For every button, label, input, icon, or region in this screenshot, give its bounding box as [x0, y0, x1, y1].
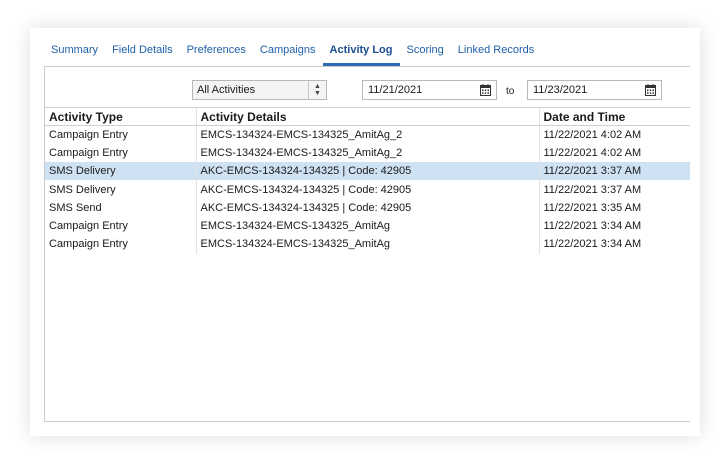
table-row[interactable]: Campaign Entry EMCS-134324-EMCS-134325_A…: [45, 216, 690, 236]
column-header-activity-details[interactable]: Activity Details: [195, 107, 539, 126]
cell-date-time: 11/22/2021 3:34 AM: [538, 216, 690, 236]
cell-date-time: 11/22/2021 4:02 AM: [538, 143, 690, 163]
record-card: Summary Field Details Preferences Campai…: [30, 28, 700, 436]
tab-linked-records[interactable]: Linked Records: [451, 44, 541, 66]
tab-campaigns[interactable]: Campaigns: [253, 44, 323, 66]
date-to-field[interactable]: 11/23/2021: [527, 80, 662, 100]
table-row[interactable]: SMS Delivery AKC-EMCS-134324-134325 | Co…: [45, 180, 690, 199]
cell-activity-type: Campaign Entry: [49, 146, 128, 159]
cell-activity-type: SMS Delivery: [49, 183, 116, 196]
activity-type-select[interactable]: All Activities ▲ ▼: [192, 80, 327, 100]
cell-activity-type: Campaign Entry: [49, 238, 128, 251]
cell-activity-details: AKC-EMCS-134324-134325 | Code: 42905: [195, 198, 539, 217]
activity-table: Activity Type Activity Details Date and …: [45, 107, 690, 254]
calendar-icon[interactable]: [480, 84, 491, 96]
tab-activity-log[interactable]: Activity Log: [322, 44, 400, 66]
activity-log-panel: All Activities ▲ ▼ 11/21/2021 to 11/23/2…: [44, 66, 690, 422]
cell-activity-type: Campaign Entry: [49, 128, 128, 141]
date-from-field[interactable]: 11/21/2021: [362, 80, 497, 100]
cell-date-time: 11/22/2021 3:35 AM: [538, 198, 690, 217]
calendar-icon[interactable]: [645, 84, 656, 96]
activity-type-selected-value: All Activities: [197, 84, 256, 96]
cell-activity-details: EMCS-134324-EMCS-134325_AmitAg: [195, 216, 539, 236]
table-row[interactable]: Campaign Entry EMCS-134324-EMCS-134325_A…: [45, 143, 690, 163]
cell-activity-details: EMCS-134324-EMCS-134325_AmitAg: [195, 235, 539, 254]
cell-activity-details: EMCS-134324-EMCS-134325_AmitAg_2: [195, 125, 539, 144]
cell-date-time: 11/22/2021 3:37 AM: [538, 162, 690, 181]
cell-activity-details: AKC-EMCS-134324-134325 | Code: 42905: [195, 180, 539, 199]
date-range-to-label: to: [506, 86, 515, 97]
table-row[interactable]: Campaign Entry EMCS-134324-EMCS-134325_A…: [45, 235, 690, 254]
table-row[interactable]: Campaign Entry EMCS-134324-EMCS-134325_A…: [45, 125, 690, 144]
cell-date-time: 11/22/2021 3:37 AM: [538, 180, 690, 199]
table-row[interactable]: SMS Send AKC-EMCS-134324-134325 | Code: …: [45, 198, 690, 217]
date-to-value: 11/23/2021: [533, 84, 588, 96]
tab-bar: Summary Field Details Preferences Campai…: [44, 28, 541, 66]
date-from-value: 11/21/2021: [368, 84, 423, 96]
column-header-date-time[interactable]: Date and Time: [538, 107, 690, 126]
tab-scoring[interactable]: Scoring: [400, 44, 451, 66]
cell-activity-type: SMS Send: [49, 201, 102, 214]
cell-date-time: 11/22/2021 4:02 AM: [538, 125, 690, 144]
tab-summary[interactable]: Summary: [44, 44, 105, 66]
table-header-row: Activity Type Activity Details Date and …: [45, 107, 690, 126]
cell-activity-type: Campaign Entry: [49, 220, 128, 233]
tab-field-details[interactable]: Field Details: [105, 44, 180, 66]
up-down-arrows-icon[interactable]: ▲ ▼: [308, 81, 326, 99]
tab-preferences[interactable]: Preferences: [180, 44, 253, 66]
cell-activity-type: SMS Delivery: [45, 162, 196, 181]
column-header-activity-type[interactable]: Activity Type: [45, 107, 196, 126]
filter-toolbar: All Activities ▲ ▼ 11/21/2021 to 11/23/2…: [45, 67, 690, 107]
cell-activity-details: AKC-EMCS-134324-134325 | Code: 42905: [195, 162, 539, 181]
cell-activity-details: EMCS-134324-EMCS-134325_AmitAg_2: [195, 143, 539, 163]
table-row-selected[interactable]: SMS Delivery AKC-EMCS-134324-134325 | Co…: [45, 162, 690, 181]
cell-date-time: 11/22/2021 3:34 AM: [538, 235, 690, 254]
